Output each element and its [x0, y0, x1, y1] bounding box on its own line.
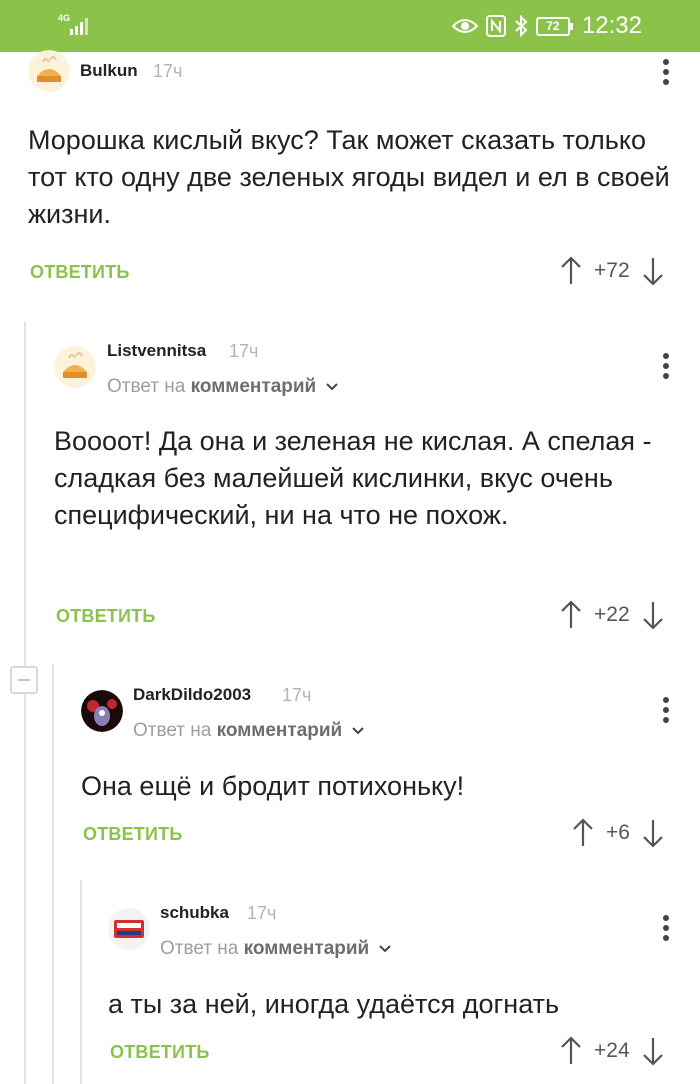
downvote-icon[interactable]	[642, 818, 664, 848]
more-options-icon[interactable]	[661, 351, 671, 381]
downvote-icon[interactable]	[642, 256, 664, 286]
thread-line[interactable]	[80, 880, 82, 1084]
comment-time[interactable]: 17ч	[153, 61, 182, 82]
comment-author[interactable]: Bulkun	[80, 61, 138, 81]
reply-to-link[interactable]: Ответ на комментарий	[107, 376, 338, 398]
comment-time[interactable]: 17ч	[229, 341, 258, 362]
comment-rating: +22	[594, 603, 630, 626]
more-options-icon[interactable]	[661, 695, 671, 725]
thread-line[interactable]	[24, 322, 26, 1084]
clock: 12:32	[581, 12, 642, 39]
chevron-down-icon	[378, 945, 391, 953]
battery-level: 72	[546, 18, 560, 33]
status-bar: 4G 72 12:32	[0, 0, 700, 52]
reply-prefix: Ответ на	[133, 720, 212, 741]
pie-avatar[interactable]	[54, 346, 96, 388]
comment-rating: +72	[594, 259, 630, 282]
reply-button[interactable]: ОТВЕТИТЬ	[56, 606, 155, 627]
collapse-thread-button[interactable]	[10, 666, 38, 694]
comment-author[interactable]: Listvennitsa	[107, 341, 206, 361]
comment-text: Воооот! Да она и зеленая не кислая. А сп…	[54, 426, 652, 530]
comment-author[interactable]: schubka	[160, 903, 229, 923]
comment-author[interactable]: DarkDildo2003	[133, 685, 251, 705]
more-options-icon[interactable]	[661, 913, 671, 943]
network-type: 4G	[58, 13, 71, 23]
bluetooth-icon	[515, 15, 528, 37]
monster-avatar[interactable]	[81, 690, 123, 732]
upvote-icon[interactable]	[560, 256, 582, 286]
battery-icon: 72	[535, 16, 573, 36]
comment-text: Она ещё и бродит потихоньку!	[81, 771, 465, 801]
more-options-icon[interactable]	[661, 57, 671, 87]
reply-target: комментарий	[243, 938, 370, 959]
box-avatar[interactable]	[108, 908, 150, 950]
reply-button[interactable]: ОТВЕТИТЬ	[30, 262, 129, 283]
downvote-icon[interactable]	[642, 1036, 664, 1066]
comment-time[interactable]: 17ч	[282, 685, 311, 706]
upvote-icon[interactable]	[572, 818, 594, 848]
reply-target: комментарий	[190, 376, 317, 397]
pie-avatar[interactable]	[28, 50, 70, 92]
upvote-icon[interactable]	[560, 1036, 582, 1066]
chevron-down-icon	[325, 383, 338, 391]
comment-rating: +24	[594, 1039, 630, 1062]
nfc-icon	[485, 15, 506, 37]
comment-text: а ты за ней, иногда удаётся догнать	[108, 989, 560, 1019]
chevron-down-icon	[351, 727, 364, 735]
comment-time[interactable]: 17ч	[247, 903, 276, 924]
reply-to-link[interactable]: Ответ на комментарий	[160, 938, 391, 960]
comment-text: Морошка кислый вкус? Так может сказать т…	[28, 125, 670, 229]
thread-line[interactable]	[52, 664, 54, 1084]
reply-prefix: Ответ на	[107, 376, 186, 397]
upvote-icon[interactable]	[560, 600, 582, 630]
reply-button[interactable]: ОТВЕТИТЬ	[110, 1042, 209, 1063]
reply-target: комментарий	[216, 720, 343, 741]
downvote-icon[interactable]	[642, 600, 664, 630]
comment-rating: +6	[606, 821, 630, 844]
reply-prefix: Ответ на	[160, 938, 239, 959]
signal-icon: 4G	[58, 14, 92, 36]
reply-to-link[interactable]: Ответ на комментарий	[133, 720, 364, 742]
eye-icon	[451, 19, 478, 33]
reply-button[interactable]: ОТВЕТИТЬ	[83, 824, 182, 845]
